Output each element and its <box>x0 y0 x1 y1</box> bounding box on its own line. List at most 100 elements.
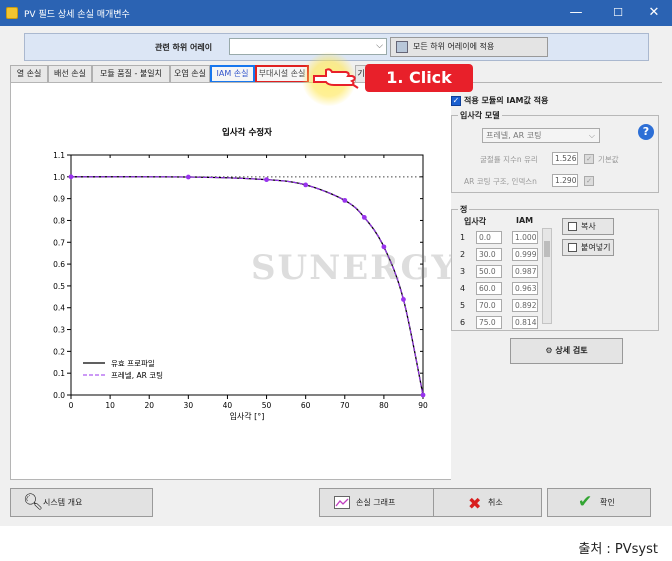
angle-cell[interactable]: 70.0 <box>476 299 502 312</box>
chart-icon <box>334 496 350 509</box>
y-tick-label: 0.1 <box>53 369 65 378</box>
ok-label: 확인 <box>600 498 615 507</box>
x-tick-label: 90 <box>418 401 428 410</box>
row-index: 5 <box>460 301 466 310</box>
paste-label: 붙여넣기 <box>581 243 611 252</box>
cancel-label: 취소 <box>488 498 503 507</box>
cancel-button[interactable]: ✖ 취소 <box>433 488 542 517</box>
sub-array-select[interactable]: ⌵ <box>229 38 387 55</box>
angle-cell[interactable]: 50.0 <box>476 265 502 278</box>
angle-cell[interactable]: 75.0 <box>476 316 502 329</box>
watermark: SUNERGY <box>251 248 458 288</box>
detailed-review-button[interactable]: ⚙ 상세 검토 <box>510 338 623 364</box>
default-label: 기본값 <box>598 155 619 164</box>
y-tick-label: 0.0 <box>53 391 65 400</box>
iam-model-value: 프레넬, AR 코팅 <box>486 131 542 140</box>
iam-model-select[interactable]: 프레넬, AR 코팅 ⌵ <box>482 128 600 143</box>
paste-icon <box>568 243 577 252</box>
y-tick-label: 0.9 <box>53 195 65 204</box>
apply-icon <box>396 41 408 53</box>
app-icon <box>6 7 18 19</box>
iam-cell[interactable]: 1.000 <box>512 231 538 244</box>
tab-iam-loss[interactable]: IAM 손실 <box>210 65 255 83</box>
y-tick-label: 0.7 <box>53 238 65 247</box>
angle-cell[interactable]: 60.0 <box>476 282 502 295</box>
table-scrollbar[interactable] <box>542 228 552 324</box>
close-button[interactable]: ✕ <box>640 3 668 23</box>
data-point <box>361 215 367 220</box>
data-point <box>185 174 191 180</box>
window-title: PV 필드 상세 손실 매개변수 <box>24 10 130 20</box>
source-credit: 출처 : PVsyst <box>578 542 658 557</box>
col-angle-header: 입사각 <box>464 217 487 226</box>
row-index: 1 <box>460 233 466 242</box>
tab-module-quality-mismatch[interactable]: 모듈 품질 - 불일치 <box>92 65 170 83</box>
help-icon[interactable]: ? <box>638 124 654 140</box>
y-tick-label: 0.4 <box>53 304 65 313</box>
row-index: 3 <box>460 267 466 276</box>
tab-wiring-loss[interactable]: 배선 손실 <box>48 65 92 83</box>
apply-all-subarrays-button[interactable]: 모든 하위 어레이에 적용 <box>390 37 548 57</box>
pointing-hand-icon <box>313 68 359 89</box>
iam-cell[interactable]: 0.892 <box>512 299 538 312</box>
paste-button[interactable]: 붙여넣기 <box>562 239 614 256</box>
x-tick-label: 0 <box>69 401 74 410</box>
row-index: 4 <box>460 284 466 293</box>
data-point <box>68 174 74 180</box>
tab-thermal-loss[interactable]: 열 손실 <box>10 65 48 83</box>
use-module-iam-checkbox[interactable]: ✓ 적용 모듈의 IAM값 적용 <box>451 95 548 106</box>
glass-index-field[interactable]: 1.526 <box>552 152 578 165</box>
iam-panel: 입사각 수정자 0 10 20 30 40 50 60 70 80 90 0.0 0.1 0.2 0.3 0.… <box>10 82 663 481</box>
x-tick-label: 80 <box>379 401 389 410</box>
y-tick-label: 0.5 <box>53 282 65 291</box>
y-tick-label: 0.2 <box>53 347 65 356</box>
x-tick-label: 30 <box>184 401 194 410</box>
tab-soiling-loss[interactable]: 오염 손실 <box>170 65 210 83</box>
glass-index-label: 굴절률 지수n 유리 <box>480 155 538 164</box>
iam-settings-pane: ✓ 적용 모듈의 IAM값 적용 입사각 모델 프레넬, AR 코팅 ⌵ ? 굴절… <box>451 83 663 481</box>
angle-cell[interactable]: 30.0 <box>476 248 502 261</box>
footer: 출처 : PVsyst <box>0 526 672 561</box>
x-axis-label: 입사각 [°] <box>230 411 265 421</box>
ar-index-checkbox[interactable]: ✓ <box>584 176 594 186</box>
row-index: 6 <box>460 318 466 327</box>
y-tick-label: 0.8 <box>53 216 65 225</box>
x-tick-label: 70 <box>340 401 350 410</box>
checkmark-icon: ✓ <box>451 95 461 106</box>
chart-title: 입사각 수정자 <box>222 127 272 138</box>
y-tick-label: 1.0 <box>53 173 65 182</box>
angle-cell[interactable]: 0.0 <box>476 231 502 244</box>
iam-cell[interactable]: 0.999 <box>512 248 538 261</box>
minimize-button[interactable]: — <box>562 3 590 23</box>
iam-cell[interactable]: 0.814 <box>512 316 538 329</box>
ok-button[interactable]: ✔ 확인 <box>547 488 651 517</box>
click-annotation-badge: 1. Click <box>365 64 473 92</box>
iam-model-group: 입사각 모델 프레넬, AR 코팅 ⌵ ? 굴절률 지수n 유리 1.526 ✓… <box>451 110 659 193</box>
row-index: 2 <box>460 250 466 259</box>
x-tick-label: 40 <box>223 401 233 410</box>
iam-cell[interactable]: 0.963 <box>512 282 538 295</box>
loss-graph-label: 손실 그래프 <box>356 498 396 507</box>
maximize-button[interactable]: ☐ <box>604 3 632 23</box>
col-iam-header: IAM <box>516 216 534 225</box>
tab-auxiliary-loss[interactable]: 부대시설 손실 <box>255 65 309 83</box>
x-tick-label: 50 <box>262 401 272 410</box>
scrollbar-thumb[interactable] <box>544 241 550 257</box>
loss-graph-button[interactable]: 손실 그래프 <box>319 488 436 517</box>
ar-index-field[interactable]: 1.290 <box>552 174 578 187</box>
x-tick-label: 10 <box>105 401 115 410</box>
use-module-iam-label: 적용 모듈의 IAM값 적용 <box>464 96 549 105</box>
y-tick-label: 0.3 <box>53 326 65 335</box>
legend-label-effective-profile: 유효 프로파일 <box>111 359 155 368</box>
data-point <box>420 392 426 398</box>
chevron-down-icon: ⌵ <box>376 41 383 51</box>
iam-cell[interactable]: 0.987 <box>512 265 538 278</box>
title-bar: PV 필드 상세 손실 매개변수 — ☐ ✕ <box>0 0 672 26</box>
data-point <box>264 177 269 183</box>
default-checkbox[interactable]: ✓ <box>584 154 594 164</box>
system-overview-label: 시스템 개요 <box>43 498 83 507</box>
iam-table-group-title: 정 <box>458 204 470 215</box>
y-tick-label: 0.6 <box>53 260 65 269</box>
copy-button[interactable]: 복사 <box>562 218 614 235</box>
system-overview-button[interactable]: 🔍︎ 시스템 개요 <box>10 488 153 517</box>
